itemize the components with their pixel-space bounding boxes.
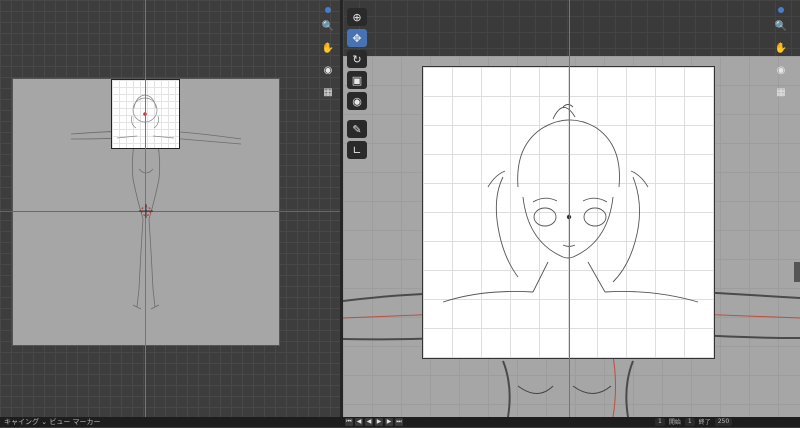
zoom-icon[interactable]: 🔍 xyxy=(320,19,336,35)
y-axis-line xyxy=(569,0,570,417)
scale-icon[interactable]: ▣ xyxy=(347,71,367,89)
move-icon[interactable]: ✥ xyxy=(347,29,367,47)
frame-end-field[interactable]: 250 xyxy=(714,418,733,426)
cursor-icon[interactable]: ⊕ xyxy=(347,8,367,26)
timeline-menu[interactable]: キャイング ⌄ ビュー マーカー xyxy=(0,417,101,427)
timeline-header: キャイング ⌄ ビュー マーカー ⏮ ◀ ◀ ▶ ▶ ⏭ 1 開始 1 終了 2… xyxy=(0,417,800,427)
frame-start-field[interactable]: 1 xyxy=(684,418,695,426)
play-icon[interactable]: ▶ xyxy=(375,418,383,426)
viewport-background-plane xyxy=(343,56,800,417)
hand-pan-icon[interactable]: ✋ xyxy=(773,41,789,57)
axis-gizmo-dot[interactable] xyxy=(325,7,331,13)
tool-shelf: ⊕ ✥ ↻ ▣ ◉ ✎ ∟ xyxy=(347,8,367,159)
jump-start-icon[interactable]: ⏮ xyxy=(345,418,353,426)
left-viewport[interactable]: 🔍 ✋ ◉ ▦ xyxy=(0,0,340,417)
x-axis-line xyxy=(0,211,340,212)
annotate-icon[interactable]: ✎ xyxy=(347,120,367,138)
transform-icon[interactable]: ◉ xyxy=(347,92,367,110)
hand-pan-icon[interactable]: ✋ xyxy=(320,41,336,57)
3d-cursor-icon[interactable] xyxy=(139,204,153,218)
grid-icon[interactable]: ▦ xyxy=(773,85,789,101)
zoom-icon[interactable]: 🔍 xyxy=(773,19,789,35)
camera-icon[interactable]: ◉ xyxy=(320,63,336,79)
rotate-icon[interactable]: ↻ xyxy=(347,50,367,68)
axis-gizmo-dot[interactable] xyxy=(778,7,784,13)
jump-end-icon[interactable]: ⏭ xyxy=(395,418,403,426)
play-reverse-icon[interactable]: ◀ xyxy=(365,418,373,426)
playback-controls: ⏮ ◀ ◀ ▶ ▶ ⏭ xyxy=(345,418,403,426)
right-navigation-gizmo: 🔍 ✋ ◉ ▦ xyxy=(773,7,789,101)
viewport-dark-region xyxy=(343,0,800,56)
right-viewport[interactable]: 🔍 ✋ ◉ ▦ xyxy=(343,0,800,417)
sidebar-toggle-tab[interactable] xyxy=(794,262,800,282)
left-navigation-gizmo: 🔍 ✋ ◉ ▦ xyxy=(320,7,336,101)
measure-icon[interactable]: ∟ xyxy=(347,141,367,159)
next-key-icon[interactable]: ▶ xyxy=(385,418,393,426)
prev-key-icon[interactable]: ◀ xyxy=(355,418,363,426)
current-frame-field[interactable]: 1 xyxy=(655,418,665,426)
camera-icon[interactable]: ◉ xyxy=(773,63,789,79)
grid-icon[interactable]: ▦ xyxy=(320,85,336,101)
